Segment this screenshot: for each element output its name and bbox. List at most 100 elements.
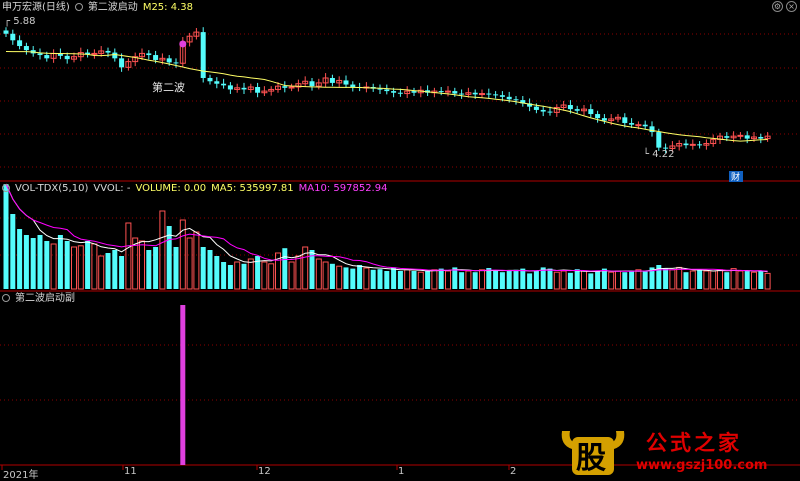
volume-bar-up — [581, 270, 587, 290]
volume-bar-down — [744, 271, 750, 289]
candle-down — [241, 87, 247, 90]
volume-bar-down — [85, 241, 91, 289]
volume-bar-up — [288, 261, 295, 290]
candle-up — [445, 90, 451, 93]
candle-down — [486, 93, 492, 95]
candle-down — [499, 95, 505, 97]
candle-up — [689, 143, 696, 146]
volume-bar-up — [91, 243, 98, 290]
candle-down — [173, 62, 179, 64]
candle-down — [744, 135, 750, 139]
sub-panel-header: 第二波启动副 — [2, 293, 80, 305]
candle-down — [23, 46, 29, 51]
volume-toggle-icon[interactable] — [2, 184, 10, 192]
candle-down — [3, 30, 9, 34]
close-icon[interactable]: × — [786, 1, 797, 12]
volume-bar-up — [417, 271, 424, 290]
volume-bar-down — [370, 269, 376, 289]
volume-bar-down — [221, 262, 227, 289]
volume-bar-down — [601, 268, 607, 289]
candle-down — [411, 91, 417, 93]
candle-down — [567, 105, 573, 110]
finance-marker: 财 — [731, 171, 740, 183]
volume-bar-down — [472, 272, 478, 289]
indicator-name: 第二波启动 — [87, 2, 138, 13]
candle-down — [622, 117, 628, 124]
volume-bar-up — [193, 231, 200, 290]
volume-bar-down — [112, 250, 118, 289]
ma5-value: MA5: 535997.81 — [211, 183, 294, 194]
volume-bar-down — [329, 263, 335, 289]
settings-icon[interactable]: ⚙ — [772, 1, 783, 12]
signal-bar — [180, 305, 186, 465]
ma25-value: M25: 4.38 — [142, 2, 193, 13]
candle-down — [105, 50, 111, 53]
candle-down — [44, 55, 50, 59]
candle-up — [737, 134, 744, 137]
volume-bar-up — [125, 222, 132, 290]
candle-down — [64, 55, 70, 60]
volume-bar-down — [377, 269, 383, 289]
volume-bar-up — [261, 261, 268, 290]
volume-bar-down — [241, 263, 247, 289]
signal-dot — [179, 40, 187, 48]
watermark-name: 公式之家 — [646, 430, 742, 455]
volume-bar-down — [146, 250, 152, 289]
candle-down — [642, 124, 648, 127]
volume-bar-down — [37, 235, 43, 289]
volume-bar-down — [350, 268, 356, 289]
volume-bar-down — [547, 268, 553, 289]
main-panel-header: 申万宏源(日线) 第二波启动 M25: 4.38 — [2, 2, 198, 14]
candle-up — [288, 86, 295, 89]
candle-down — [282, 86, 288, 88]
candle-down — [207, 77, 213, 82]
volume-bar-down — [44, 241, 50, 289]
volume-bar-down — [513, 269, 519, 289]
candle-down — [595, 114, 601, 119]
volume-bar-down — [343, 267, 349, 289]
volume-bar-up — [553, 271, 560, 290]
volume-bar-up — [730, 268, 737, 290]
candle-down — [17, 40, 23, 47]
volume-bar-down — [391, 267, 397, 289]
candle-down — [146, 53, 152, 56]
candle-down — [601, 118, 607, 121]
volume-bar-down — [105, 253, 111, 289]
candle-down — [384, 89, 390, 92]
volume-panel-header: VOL-TDX(5,10) VVOL: - VOLUME: 0.00 MA5: 535… — [2, 183, 392, 195]
volume-bar-down — [384, 271, 390, 289]
volume-bar-down — [425, 271, 431, 289]
candle-down — [697, 144, 703, 146]
volume-bar-down — [629, 271, 635, 289]
candle-down — [37, 53, 43, 56]
candle-down — [452, 91, 458, 94]
volume-bar-up — [315, 258, 322, 290]
candle-down — [540, 109, 546, 112]
volume-bar-down — [499, 272, 505, 289]
volume-bar-down — [357, 265, 363, 289]
volume-bar-up — [159, 210, 166, 290]
candle-down — [506, 96, 512, 100]
volume-bar-down — [527, 273, 533, 289]
volume-bar-up — [703, 270, 710, 290]
volume-bar-up — [479, 269, 485, 290]
candle-down — [227, 85, 233, 90]
candle-down — [533, 106, 539, 110]
volume-bar-down — [23, 235, 29, 289]
volume-bar-down — [214, 256, 220, 289]
volume-bar-down — [153, 247, 159, 289]
indicator-toggle-icon[interactable] — [74, 3, 83, 11]
sub-toggle-icon[interactable] — [2, 294, 10, 302]
vol-indicator-name: VOL-TDX(5,10) — [15, 183, 89, 194]
candle-down — [758, 136, 764, 139]
candle-down — [391, 91, 397, 93]
volume-bar-up — [234, 261, 241, 290]
x-label-nov: 11 — [124, 466, 137, 477]
candle-down — [547, 111, 553, 113]
volume-bar-up — [560, 270, 567, 290]
volume-bar-up — [465, 270, 472, 290]
candle-down — [309, 81, 315, 87]
x-label-dec: 12 — [258, 466, 271, 477]
candle-down — [255, 87, 261, 93]
volume-bar-down — [17, 229, 23, 289]
